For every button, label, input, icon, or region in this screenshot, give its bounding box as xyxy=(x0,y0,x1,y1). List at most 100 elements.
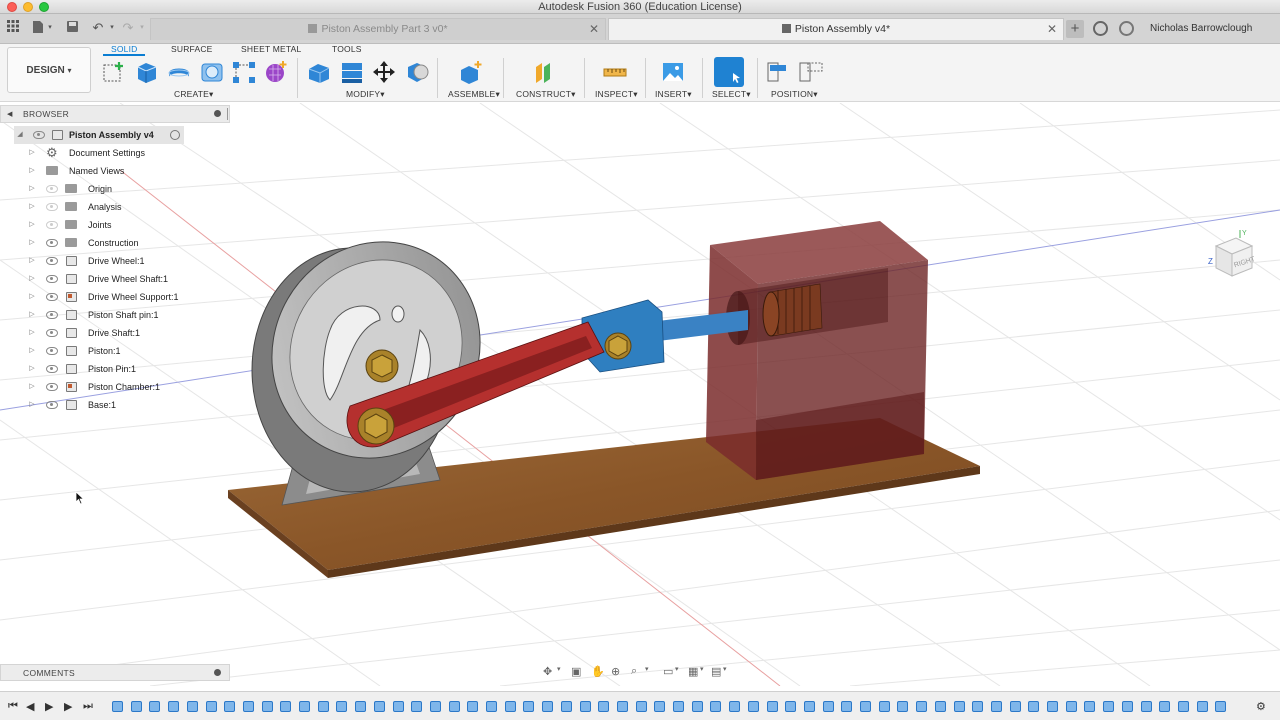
chevron-right-icon[interactable]: ▷ xyxy=(28,306,36,324)
select-icon[interactable] xyxy=(714,57,744,87)
insert-image-icon[interactable] xyxy=(660,59,686,85)
timeline-feature-icon[interactable] xyxy=(972,701,984,712)
extrude-icon[interactable] xyxy=(134,59,160,85)
timeline-feature-icon[interactable] xyxy=(766,701,778,712)
timeline-feature-icon[interactable] xyxy=(579,701,591,712)
drive-wheel[interactable] xyxy=(233,204,520,497)
file-dropdown-icon[interactable]: ▾ xyxy=(42,20,58,36)
pattern-icon[interactable] xyxy=(231,59,257,85)
timeline-feature-icon[interactable] xyxy=(317,701,329,712)
chevron-right-icon[interactable]: ▷ xyxy=(28,144,36,162)
chevron-down-icon[interactable]: ◢ xyxy=(16,126,24,144)
visibility-eye-icon[interactable] xyxy=(46,329,58,337)
timeline-feature-icon[interactable] xyxy=(411,701,423,712)
piston[interactable] xyxy=(762,283,823,337)
tab-surface[interactable]: SURFACE xyxy=(171,44,213,54)
visibility-eye-icon[interactable] xyxy=(46,185,58,193)
timeline-feature-icon[interactable] xyxy=(336,701,348,712)
fillet-icon[interactable] xyxy=(339,59,365,85)
timeline-feature-icon[interactable] xyxy=(822,701,834,712)
close-tab-icon[interactable]: ✕ xyxy=(1047,19,1057,40)
visibility-eye-icon[interactable] xyxy=(46,203,58,211)
chevron-right-icon[interactable]: ▷ xyxy=(28,396,36,414)
notifications-icon[interactable] xyxy=(1119,21,1134,36)
visibility-eye-icon[interactable] xyxy=(33,131,45,139)
chevron-right-icon[interactable]: ▷ xyxy=(28,342,36,360)
timeline-feature-icon[interactable] xyxy=(373,701,385,712)
timeline-feature-icon[interactable] xyxy=(1103,701,1115,712)
position-menu[interactable]: POSITION▾ xyxy=(771,89,818,100)
new-tab-icon[interactable]: + xyxy=(1066,20,1084,38)
chevron-right-icon[interactable]: ▷ xyxy=(28,252,36,270)
fit-icon[interactable]: ⌕ xyxy=(631,665,637,678)
zoom-icon[interactable]: ⊕ xyxy=(611,665,620,678)
chevron-right-icon[interactable]: ▷ xyxy=(28,234,36,252)
select-menu[interactable]: SELECT▾ xyxy=(712,89,751,100)
timeline-feature-icon[interactable] xyxy=(729,701,741,712)
timeline-feature-icon[interactable] xyxy=(616,701,628,712)
timeline-first-icon[interactable]: ⏮ xyxy=(8,700,18,713)
revolve-icon[interactable] xyxy=(166,59,192,85)
visibility-eye-icon[interactable] xyxy=(46,311,58,319)
visibility-eye-icon[interactable] xyxy=(46,275,58,283)
timeline-feature-icon[interactable] xyxy=(710,701,722,712)
timeline-feature-icon[interactable] xyxy=(841,701,853,712)
grid-dropdown-icon[interactable]: ▾ xyxy=(700,665,704,673)
create-sketch-icon[interactable] xyxy=(101,59,127,85)
timeline-feature-icon[interactable] xyxy=(673,701,684,712)
timeline-feature-icon[interactable] xyxy=(1065,701,1077,712)
zoom-dropdown-icon[interactable]: ▾ xyxy=(645,665,649,673)
tab-solid[interactable]: SOLID xyxy=(111,44,138,54)
tab-sheet-metal[interactable]: SHEET METAL xyxy=(241,44,301,54)
timeline-feature-icon[interactable] xyxy=(691,701,703,712)
view-cube[interactable]: RIGHT Y Z xyxy=(1208,228,1257,280)
timeline-feature-icon[interactable] xyxy=(299,701,310,712)
look-at-icon[interactable]: ▣ xyxy=(571,665,581,678)
split-body-icon[interactable] xyxy=(404,59,430,85)
timeline-feature-icon[interactable] xyxy=(1177,701,1189,712)
timeline-feature-icon[interactable] xyxy=(1159,701,1171,712)
timeline-feature-icon[interactable] xyxy=(429,701,441,712)
timeline-feature-icon[interactable] xyxy=(878,701,890,712)
user-name[interactable]: Nicholas Barrowclough xyxy=(1150,14,1252,44)
model-canvas[interactable] xyxy=(0,103,1280,686)
timeline-feature-icon[interactable] xyxy=(1028,701,1040,712)
timeline-feature-icon[interactable] xyxy=(953,701,965,712)
timeline-feature-icon[interactable] xyxy=(504,701,516,712)
orbit-icon[interactable]: ✥ xyxy=(543,665,552,678)
chevron-right-icon[interactable]: ▷ xyxy=(28,378,36,396)
timeline-feature-icon[interactable] xyxy=(860,701,871,712)
panel-resize-handle[interactable] xyxy=(227,108,228,120)
timeline-feature-icon[interactable] xyxy=(486,701,497,712)
timeline-feature-icon[interactable] xyxy=(1009,701,1021,712)
timeline-feature-icon[interactable] xyxy=(916,701,928,712)
piston-chamber[interactable] xyxy=(706,221,928,480)
browser-root-item[interactable]: ◢ Piston Assembly v4 xyxy=(14,126,184,144)
create-form-icon[interactable] xyxy=(263,59,289,85)
visibility-eye-icon[interactable] xyxy=(46,221,58,229)
tab-piston-assembly-v4[interactable]: Piston Assembly v4* ✕ xyxy=(608,18,1064,40)
tab-tools[interactable]: TOOLS xyxy=(332,44,362,54)
chevron-right-icon[interactable]: ▷ xyxy=(28,288,36,306)
visibility-eye-icon[interactable] xyxy=(46,401,58,409)
timeline-play-icon[interactable]: ▶ xyxy=(45,700,53,713)
chevron-right-icon[interactable]: ▷ xyxy=(28,180,36,198)
visibility-eye-icon[interactable] xyxy=(46,365,58,373)
measure-icon[interactable] xyxy=(602,59,628,85)
timeline-feature-icon[interactable] xyxy=(560,701,572,712)
timeline-feature-icon[interactable] xyxy=(186,701,198,712)
undo-dropdown-icon[interactable]: ▾ xyxy=(104,20,120,36)
chevron-right-icon[interactable]: ▷ xyxy=(28,162,36,180)
orbit-dropdown-icon[interactable]: ▾ xyxy=(557,665,561,673)
timeline-feature-icon[interactable] xyxy=(224,701,236,712)
visibility-eye-icon[interactable] xyxy=(46,293,58,301)
inspect-menu[interactable]: INSPECT▾ xyxy=(595,89,638,100)
display-dropdown-icon[interactable]: ▾ xyxy=(675,665,679,673)
assemble-menu[interactable]: ASSEMBLE▾ xyxy=(448,89,500,100)
timeline-feature-icon[interactable] xyxy=(542,701,554,712)
workspace-switcher[interactable]: DESIGN ▾ xyxy=(7,47,91,93)
timeline-feature-icon[interactable] xyxy=(803,701,815,712)
chevron-right-icon[interactable]: ▷ xyxy=(28,270,36,288)
timeline-feature-icon[interactable] xyxy=(1084,701,1096,712)
canvas-viewport[interactable]: RIGHT Y Z xyxy=(0,103,1280,686)
